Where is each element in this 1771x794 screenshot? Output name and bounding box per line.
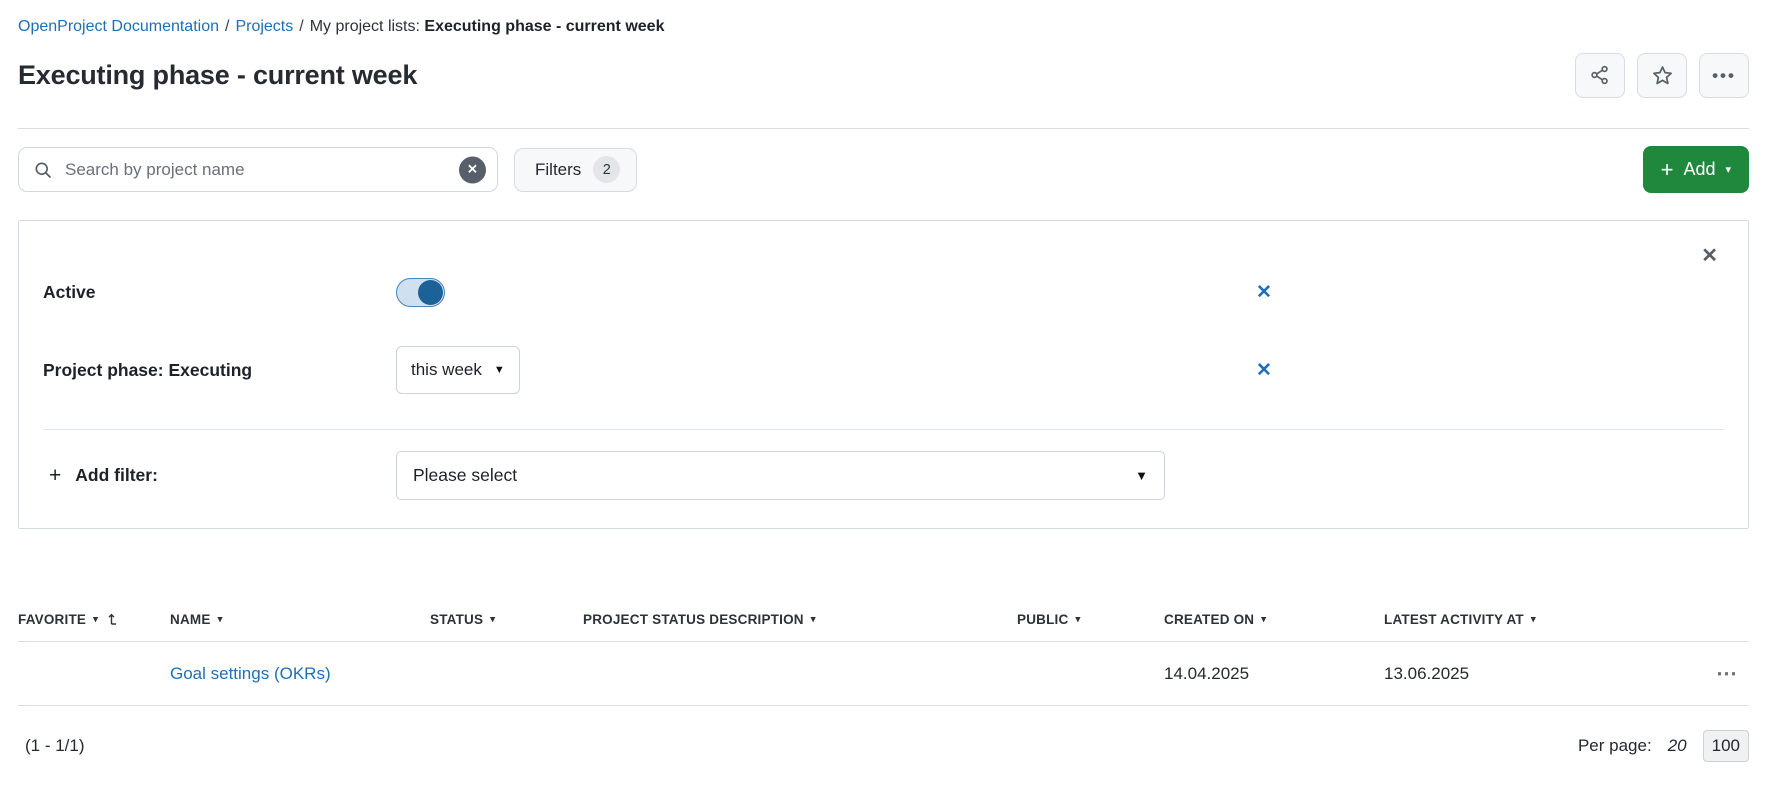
column-header-public[interactable]: PUBLIC ▾	[1017, 612, 1164, 627]
share-button[interactable]	[1575, 52, 1625, 98]
column-header-project-status-description[interactable]: PROJECT STATUS DESCRIPTION ▾	[583, 612, 1017, 627]
filters-button-label: Filters	[535, 159, 582, 179]
remove-phase-filter-button[interactable]: ✕	[1250, 360, 1278, 381]
filter-row-project-phase: Project phase: Executing this week ▼ ✕	[43, 346, 1724, 394]
filter-label-project-phase: Project phase: Executing	[43, 359, 253, 380]
breadcrumb-separator: /	[299, 18, 304, 35]
share-network-icon	[1589, 64, 1611, 86]
sort-ascending-icon	[107, 612, 120, 626]
cell-name: Goal settings (OKRs)	[170, 664, 430, 684]
column-header-name[interactable]: NAME ▾	[170, 612, 430, 627]
chevron-down-icon: ▾	[217, 613, 223, 625]
header-divider	[18, 128, 1749, 129]
cell-latest-activity-at: 13.06.2025	[1384, 663, 1470, 683]
add-filter-label-group: + Add filter:	[43, 464, 396, 488]
column-header-label: PUBLIC	[1017, 611, 1069, 627]
column-header-created-on[interactable]: CREATED ON ▾	[1164, 612, 1384, 627]
per-page-option-20[interactable]: 20	[1668, 736, 1687, 756]
table-header-row: FAVORITE ▾ NAME ▾ STATUS ▾ PROJECT STATU…	[18, 597, 1749, 641]
table-footer: (1 - 1/1) Per page: 20 100	[18, 730, 1749, 762]
breadcrumb-separator: /	[225, 18, 230, 35]
breadcrumb-link-openproject-documentation[interactable]: OpenProject Documentation	[18, 18, 219, 35]
project-link[interactable]: Goal settings (OKRs)	[170, 664, 331, 683]
cell-actions: ⋯	[1710, 660, 1752, 687]
filter-panel-divider	[43, 429, 1724, 430]
star-outline-icon	[1651, 64, 1674, 87]
page-title: Executing phase - current week	[18, 59, 418, 90]
per-page-controls: Per page: 20 100	[1578, 730, 1749, 762]
column-header-latest-activity-at[interactable]: LATEST ACTIVITY AT ▾	[1384, 612, 1710, 627]
add-filter-select[interactable]: Please select ▼	[396, 451, 1165, 500]
chevron-down-icon: ▾	[1725, 164, 1731, 176]
filters-count-badge: 2	[593, 156, 621, 183]
table-row: Goal settings (OKRs) 14.04.2025 13.06.20…	[18, 641, 1749, 706]
breadcrumb-current-prefix: My project lists:	[309, 18, 425, 35]
breadcrumb-link-projects[interactable]: Projects	[235, 18, 293, 35]
remove-filter-icon: ✕	[1256, 359, 1272, 381]
column-header-label: FAVORITE	[18, 611, 87, 627]
add-filter-label: Add filter:	[75, 465, 158, 485]
select-arrow-icon: ▼	[1135, 468, 1148, 483]
search-input[interactable]	[63, 158, 453, 181]
breadcrumb: OpenProject Documentation / Projects / My pr…	[18, 16, 1749, 38]
filter-row-active: Active ✕	[43, 278, 1724, 307]
column-header-label: PROJECT STATUS DESCRIPTION	[583, 611, 804, 627]
active-toggle[interactable]	[396, 278, 445, 307]
toggle-knob	[418, 280, 443, 305]
chevron-down-icon: ▾	[490, 613, 496, 625]
title-row: Executing phase - current week •••	[18, 50, 1749, 100]
ellipsis-icon: ⋯	[1716, 662, 1738, 685]
column-header-label: LATEST ACTIVITY AT	[1384, 611, 1524, 627]
more-options-icon: •••	[1712, 65, 1736, 85]
clear-search-icon: ✕	[467, 161, 478, 177]
clear-search-button[interactable]: ✕	[459, 156, 486, 183]
add-filter-select-value: Please select	[413, 465, 518, 485]
per-page-option-100-selected[interactable]: 100	[1702, 730, 1749, 762]
filter-panel-close-button[interactable]: ✕	[1695, 245, 1724, 267]
more-options-button[interactable]: •••	[1699, 52, 1749, 98]
column-header-label: STATUS	[430, 611, 484, 627]
title-actions: •••	[1575, 52, 1749, 98]
close-icon: ✕	[1701, 245, 1718, 267]
plus-icon: +	[49, 463, 62, 487]
phase-period-select[interactable]: this week ▼	[396, 346, 520, 394]
projects-table: FAVORITE ▾ NAME ▾ STATUS ▾ PROJECT STATU…	[18, 597, 1749, 706]
search-box: ✕	[18, 147, 498, 192]
chevron-down-icon: ▾	[93, 613, 99, 625]
filter-label-active: Active	[43, 282, 96, 302]
add-button-label: Add	[1683, 159, 1716, 179]
per-page-label: Per page:	[1577, 736, 1652, 755]
add-button[interactable]: + Add ▾	[1642, 146, 1749, 193]
projects-page: OpenProject Documentation / Projects / My pr…	[0, 0, 1771, 794]
column-header-label: NAME	[170, 611, 211, 627]
pagination-range: (1 - 1/1)	[25, 736, 85, 755]
column-header-status[interactable]: STATUS ▾	[430, 612, 583, 627]
filters-button[interactable]: Filters 2	[514, 147, 638, 192]
toolbar: ✕ Filters 2 + Add ▾	[18, 146, 1749, 193]
breadcrumb-current: Executing phase - current week	[424, 18, 665, 35]
chevron-down-icon: ▾	[1261, 613, 1267, 625]
add-filter-row: + Add filter: Please select ▼	[43, 451, 1724, 500]
column-header-favorite[interactable]: FAVORITE ▾	[18, 612, 170, 627]
magnifier-icon	[33, 160, 53, 180]
cell-created-on: 14.04.2025	[1164, 663, 1250, 683]
remove-filter-icon: ✕	[1256, 282, 1272, 303]
row-more-options-button[interactable]: ⋯	[1710, 660, 1752, 687]
chevron-down-icon: ▾	[1530, 613, 1536, 625]
filter-panel: ✕ Active ✕ Project phase: Executing this…	[18, 220, 1749, 529]
phase-period-value: this week	[411, 360, 482, 379]
column-header-label: CREATED ON	[1164, 611, 1255, 627]
remove-active-filter-button[interactable]: ✕	[1250, 282, 1278, 303]
plus-icon: +	[1660, 156, 1674, 182]
favorite-button[interactable]	[1637, 52, 1687, 98]
select-arrow-icon: ▼	[493, 364, 505, 376]
chevron-down-icon: ▾	[1075, 613, 1081, 625]
chevron-down-icon: ▾	[810, 613, 816, 625]
